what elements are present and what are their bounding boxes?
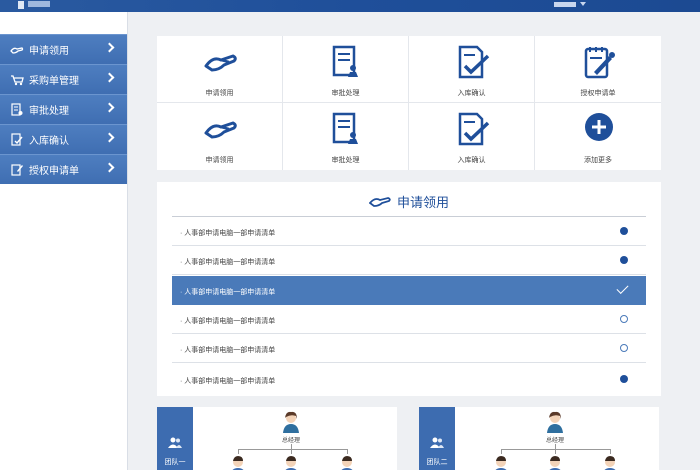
tile-stock-in[interactable]: 入库确认 xyxy=(409,36,535,103)
list-item[interactable]: · 人事部申请电脑一部申请清单 xyxy=(172,334,646,363)
tile-add-more[interactable]: 添加更多 xyxy=(535,103,661,170)
sidebar-item-purchase[interactable]: 采购单管理 xyxy=(0,64,127,94)
team-label: 团队二 xyxy=(426,459,448,466)
tile-label: 申请领用 xyxy=(205,90,234,97)
list-item[interactable]: · 人事部申请电脑一部申请清单 xyxy=(172,305,646,334)
tile-label: 入库确认 xyxy=(457,157,486,164)
tile-authorize[interactable]: 授权申请单 xyxy=(535,36,661,103)
user-menu[interactable] xyxy=(554,2,576,7)
chevron-down-icon[interactable] xyxy=(580,2,586,6)
list-item-text: · 人事部申请电脑一部申请清单 xyxy=(180,259,276,266)
sidebar-item-apply[interactable]: 申请领用 xyxy=(0,34,127,64)
manager-label: 总经理 xyxy=(545,438,564,444)
member-avatar xyxy=(495,456,507,470)
checklist-icon xyxy=(458,45,490,79)
sidebar-search-area xyxy=(0,12,127,34)
checklist-icon xyxy=(10,133,24,147)
handshake-icon xyxy=(10,43,24,57)
team-users-icon xyxy=(168,437,182,448)
sidebar-item-label: 入库确认 xyxy=(29,136,69,147)
handshake-icon xyxy=(204,121,237,139)
tile-apply[interactable]: 申请领用 xyxy=(157,36,283,103)
checkmark-icon xyxy=(616,281,629,295)
sidebar: 申请领用 采购单管理 审批处理 入库确认 授权申请单 xyxy=(0,12,128,470)
manager-avatar xyxy=(283,411,299,433)
approve-icon xyxy=(332,45,358,77)
checklist-icon xyxy=(458,112,490,146)
apply-list-panel: 申请领用 · 人事部申请电脑一部申请清单 · 人事部申请电脑一部申请清单 · 人… xyxy=(157,182,661,396)
member-avatar xyxy=(285,456,297,470)
sidebar-item-label: 授权申请单 xyxy=(29,166,79,177)
sidebar-item-label: 采购单管理 xyxy=(29,76,79,87)
tile-label: 入库确认 xyxy=(457,90,486,97)
status-dot-empty-icon xyxy=(620,315,628,323)
manager-label: 总经理 xyxy=(281,438,300,444)
tile-label: 授权申请单 xyxy=(580,90,616,97)
tile-label: 审批处理 xyxy=(331,157,360,164)
tile-approve[interactable]: 审批处理 xyxy=(283,36,409,103)
sidebar-item-approve[interactable]: 审批处理 xyxy=(0,94,127,124)
status-dot-filled-icon xyxy=(620,375,628,383)
sidebar-item-label: 申请领用 xyxy=(29,46,69,57)
member-avatar xyxy=(549,456,561,470)
member-avatar xyxy=(341,456,353,470)
chevron-right-icon xyxy=(104,42,115,53)
top-header-bar xyxy=(0,0,700,12)
chevron-right-icon xyxy=(104,102,115,113)
sidebar-item-authorize[interactable]: 授权申请单 xyxy=(0,154,127,184)
list-item-selected[interactable]: · 人事部申请电脑一部申请清单 xyxy=(172,276,646,305)
list-item[interactable]: · 人事部申请电脑一部申请清单 xyxy=(172,246,646,275)
app-logo-icon xyxy=(18,1,24,9)
list-item-text: · 人事部申请电脑一部申请清单 xyxy=(180,318,276,325)
team-label: 团队一 xyxy=(164,459,186,466)
tile-label: 申请领用 xyxy=(205,157,234,164)
chevron-right-icon xyxy=(104,162,115,173)
list-item-text: · 人事部申请电脑一部申请清单 xyxy=(180,230,276,237)
chevron-right-icon xyxy=(104,72,115,83)
panel-title: 申请领用 xyxy=(396,194,449,210)
handshake-icon xyxy=(204,54,237,72)
approve-icon xyxy=(332,112,358,144)
edit-icon xyxy=(10,163,24,177)
status-dot-filled-icon xyxy=(620,256,628,264)
sidebar-item-label: 审批处理 xyxy=(29,106,69,117)
team-card: 团队一 总经理 xyxy=(157,407,397,470)
list-item-text: · 人事部申请电脑一部申请清单 xyxy=(180,347,276,354)
handshake-icon xyxy=(368,197,391,207)
tile-apply-2[interactable]: 申请领用 xyxy=(157,103,283,170)
authorize-icon xyxy=(584,47,615,79)
team-users-icon xyxy=(430,437,444,448)
team-badge[interactable]: 团队二 xyxy=(419,407,455,470)
team-badge[interactable]: 团队一 xyxy=(157,407,193,470)
member-avatar xyxy=(232,456,244,470)
tile-label: 添加更多 xyxy=(584,157,612,164)
team-card: 团队二 总经理 xyxy=(419,407,659,470)
org-connector xyxy=(501,449,611,450)
tile-approve-2[interactable]: 审批处理 xyxy=(283,103,409,170)
status-dot-filled-icon xyxy=(620,227,628,235)
quick-access-panel: 申请领用 审批处理 入库确认 授权申请单 申请领用 审批处理 入库确认 添加更多 xyxy=(157,36,661,170)
approve-icon xyxy=(10,103,24,117)
member-avatar xyxy=(604,456,616,470)
sidebar-item-stock-in[interactable]: 入库确认 xyxy=(0,124,127,154)
status-dot-empty-icon xyxy=(620,344,628,352)
list-item-text: · 人事部申请电脑一部申请清单 xyxy=(180,378,276,385)
manager-avatar xyxy=(547,411,563,433)
tile-label: 审批处理 xyxy=(331,90,360,97)
list-item[interactable]: · 人事部申请电脑一部申请清单 xyxy=(172,365,646,394)
list-item-text: · 人事部申请电脑一部申请清单 xyxy=(180,289,276,296)
cart-icon xyxy=(10,73,24,87)
plus-circle-icon xyxy=(585,113,613,141)
org-connector xyxy=(238,449,348,450)
chevron-right-icon xyxy=(104,132,115,143)
app-logo-text xyxy=(28,1,50,7)
tile-stock-in-2[interactable]: 入库确认 xyxy=(409,103,535,170)
panel-header: 申请领用 xyxy=(157,192,661,210)
list-item[interactable]: · 人事部申请电脑一部申请清单 xyxy=(172,217,646,246)
